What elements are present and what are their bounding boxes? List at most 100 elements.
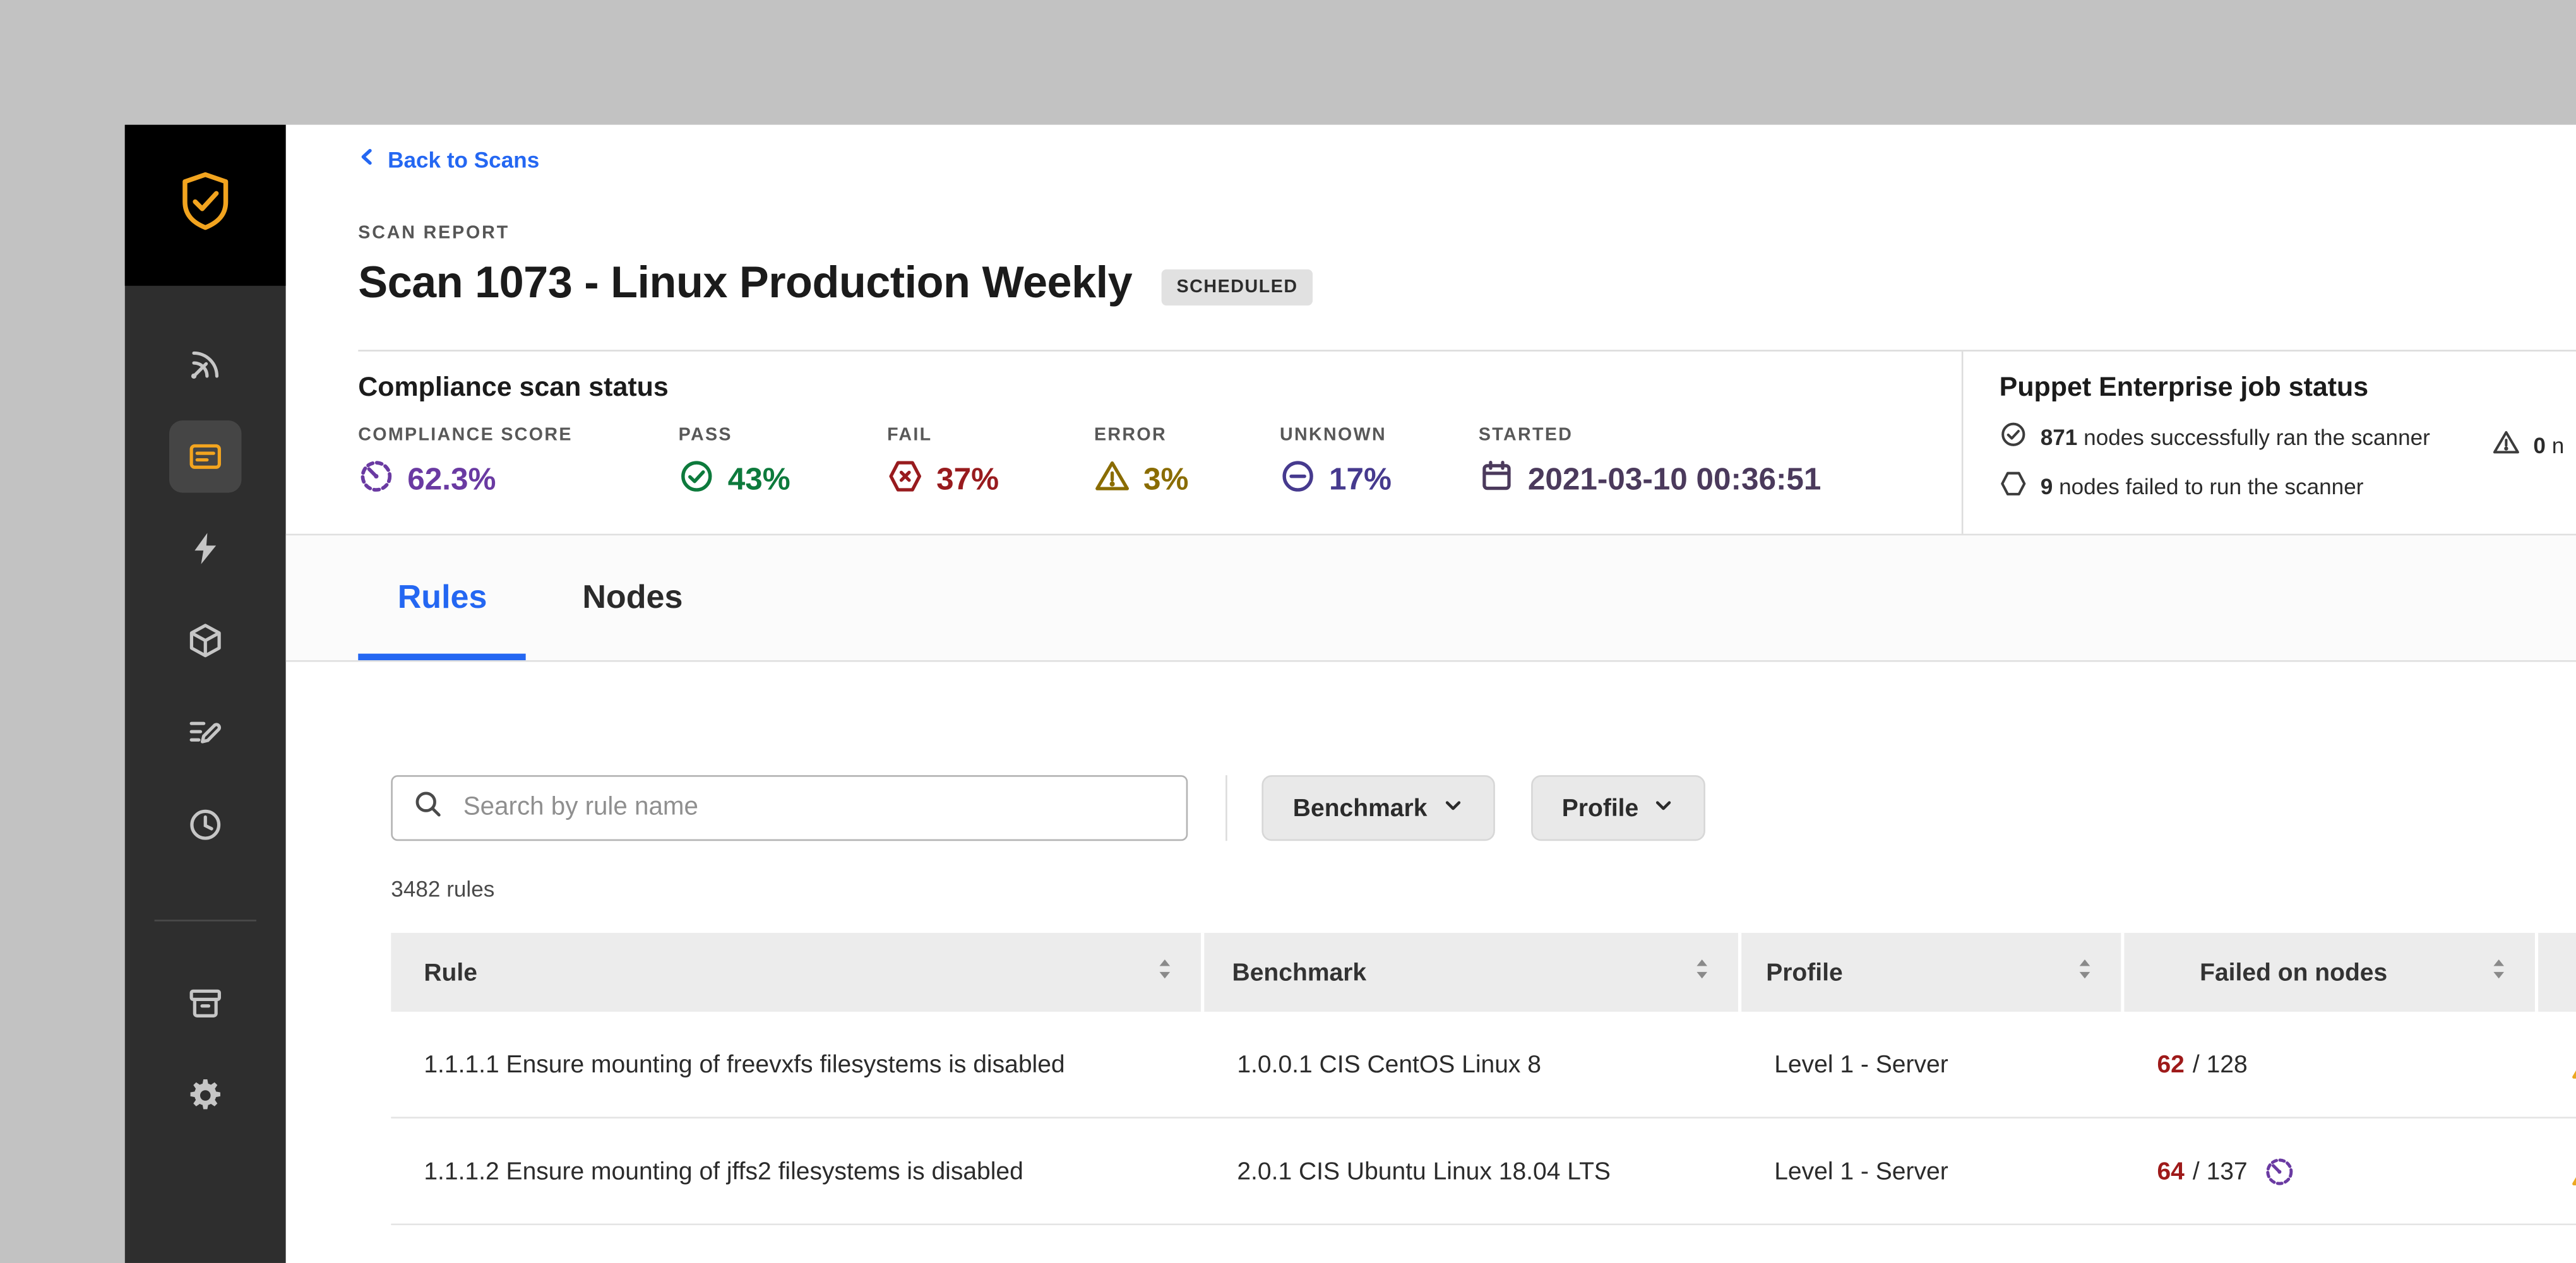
app-logo[interactable] — [124, 124, 286, 286]
pe-failed-line: 9 nodes failed to run the scanner — [2000, 470, 2576, 502]
metric-pass: PASS 43% — [679, 425, 887, 504]
pe-unknown-text: n — [2551, 432, 2565, 458]
failed-count: 64 — [2157, 1157, 2185, 1185]
settings-gear-icon — [169, 1059, 241, 1131]
profile-filter-label: Profile — [1561, 794, 1639, 822]
benchmark-filter-label: Benchmark — [1292, 794, 1428, 822]
profile-cell: Level 1 - Server — [1774, 1157, 1948, 1185]
pe-success-text: nodes successfully ran the scanner — [2084, 424, 2430, 449]
truncated-cell — [2538, 1156, 2576, 1186]
column-header-benchmark[interactable]: Benchmark — [1204, 932, 1742, 1012]
metric-label: UNKNOWN — [1279, 425, 1387, 446]
table-row[interactable]: 1.1.1.1 Ensure mounting of freevxfs file… — [391, 1012, 2576, 1118]
rule-cell: 1.1.1.1 Ensure mounting of freevxfs file… — [424, 1050, 1065, 1079]
sidebar-nav — [125, 286, 286, 870]
benchmark-cell: 1.0.0.1 CIS CentOS Linux 8 — [1237, 1050, 1541, 1079]
metric-value: 37% — [936, 463, 999, 498]
sidebar-item-inventory[interactable] — [125, 595, 286, 687]
column-header-rule[interactable]: Rule — [391, 932, 1205, 1012]
sidebar-item-activity[interactable] — [125, 502, 286, 595]
pe-truncated-line: 0 n — [2492, 429, 2564, 461]
table-header-row: Rule Benchmark Profile Failed on nodes — [391, 932, 2576, 1012]
circle-minus-icon — [1280, 458, 1316, 504]
edit-list-icon — [169, 696, 241, 768]
status-badge: SCHEDULED — [1162, 269, 1313, 305]
status-section: Compliance scan status COMPLIANCE SCORE — [358, 350, 2576, 534]
gauge-icon — [2264, 1156, 2295, 1187]
benchmark-cell: 2.0.1 CIS Ubuntu Linux 18.04 LTS — [1237, 1157, 1611, 1185]
metric-unknown: UNKNOWN 17% — [1280, 425, 1479, 504]
metric-label: STARTED — [1478, 425, 1573, 446]
search-icon — [412, 788, 443, 827]
warning-triangle-icon — [2571, 1050, 2576, 1079]
lightning-icon — [169, 513, 241, 584]
metric-compliance-score: COMPLIANCE SCORE 62.3% — [358, 425, 678, 504]
table-row-partial — [391, 1225, 2576, 1260]
sidebar-divider — [154, 920, 256, 922]
tab-rules-label: Rules — [397, 579, 487, 615]
metric-value: 3% — [1143, 463, 1189, 498]
tab-nodes[interactable]: Nodes — [543, 535, 722, 660]
chevron-down-icon — [1442, 794, 1464, 822]
profile-filter-button[interactable]: Profile — [1530, 775, 1706, 841]
rule-search[interactable] — [391, 775, 1188, 841]
check-circle-icon — [2000, 420, 2027, 453]
compliance-status-title: Compliance scan status — [358, 372, 669, 403]
metric-label: COMPLIANCE SCORE — [358, 425, 573, 446]
history-icon — [169, 788, 241, 860]
failed-count: 62 — [2157, 1050, 2185, 1079]
compliance-metrics: COMPLIANCE SCORE 62.3% PASS 43% FAIL 37%… — [358, 425, 1962, 504]
hexagon-icon — [2000, 470, 2027, 502]
column-label: Failed on nodes — [2200, 958, 2388, 987]
rule-search-input[interactable] — [460, 792, 1167, 825]
package-icon — [169, 605, 241, 677]
pe-job-status-panel: Puppet Enterprise job status 871 nodes s… — [1961, 351, 2576, 534]
check-circle-icon — [679, 458, 715, 504]
app-window: Back to Scans SCAN REPORT Scan 1073 - Li… — [124, 124, 2576, 1263]
sidebar-item-history[interactable] — [125, 778, 286, 870]
metric-fail: FAIL 37% — [887, 425, 1094, 504]
column-label: Rule — [424, 958, 477, 987]
sidebar-item-overview[interactable] — [125, 319, 286, 411]
sort-icon — [1155, 954, 1174, 990]
metric-value: 17% — [1329, 463, 1392, 498]
pe-unknown-count: 0 — [2533, 432, 2546, 458]
rules-toolbar: Benchmark Profile — [391, 775, 2576, 841]
metric-value: 43% — [727, 463, 790, 498]
metric-label: ERROR — [1094, 425, 1167, 446]
chevron-down-icon — [1654, 794, 1675, 822]
radar-icon — [169, 328, 241, 400]
rules-panel: Benchmark Profile — [286, 662, 2576, 1260]
report-eyebrow: SCAN REPORT — [358, 223, 510, 244]
rule-cell: 1.1.1.2 Ensure mounting of jffs2 filesys… — [424, 1157, 1023, 1185]
benchmark-filter-button[interactable]: Benchmark — [1261, 775, 1495, 841]
tab-bar: Rules Nodes — [285, 533, 2576, 662]
pe-failed-text: nodes failed to run the scanner — [2059, 473, 2364, 499]
column-header-failed-on-nodes[interactable]: Failed on nodes — [2124, 932, 2539, 1012]
failed-total: / 137 — [2192, 1157, 2248, 1185]
pe-failed-count: 9 — [2040, 473, 2053, 499]
tab-rules[interactable]: Rules — [358, 535, 527, 661]
metric-value: 62.3% — [407, 463, 496, 498]
table-row[interactable]: 1.1.1.2 Ensure mounting of jffs2 filesys… — [391, 1118, 2576, 1226]
gauge-icon — [358, 458, 394, 504]
failed-total: / 128 — [2192, 1050, 2248, 1079]
column-label: Profile — [1766, 958, 1843, 987]
metric-error: ERROR 3% — [1094, 425, 1280, 504]
sidebar-footer-nav — [125, 958, 286, 1141]
column-header-profile[interactable]: Profile — [1741, 932, 2125, 1012]
metric-label: PASS — [678, 425, 732, 446]
compliance-status-panel: Compliance scan status COMPLIANCE SCORE — [358, 352, 1962, 534]
profile-cell: Level 1 - Server — [1774, 1050, 1948, 1079]
sidebar-item-reports[interactable] — [125, 687, 286, 779]
sidebar — [124, 124, 286, 1263]
sidebar-item-settings[interactable] — [125, 1050, 286, 1142]
sidebar-item-scans[interactable] — [125, 411, 286, 503]
rules-count: 3482 rules — [391, 877, 495, 902]
calendar-icon — [1479, 458, 1515, 504]
tab-nodes-label: Nodes — [582, 579, 683, 615]
sidebar-item-archive[interactable] — [125, 958, 286, 1050]
hexagon-fail-icon — [887, 458, 923, 504]
metric-started: STARTED 2021-03-10 00:36:51 — [1479, 425, 1962, 504]
back-to-scans-link[interactable]: Back to Scans — [358, 146, 539, 173]
